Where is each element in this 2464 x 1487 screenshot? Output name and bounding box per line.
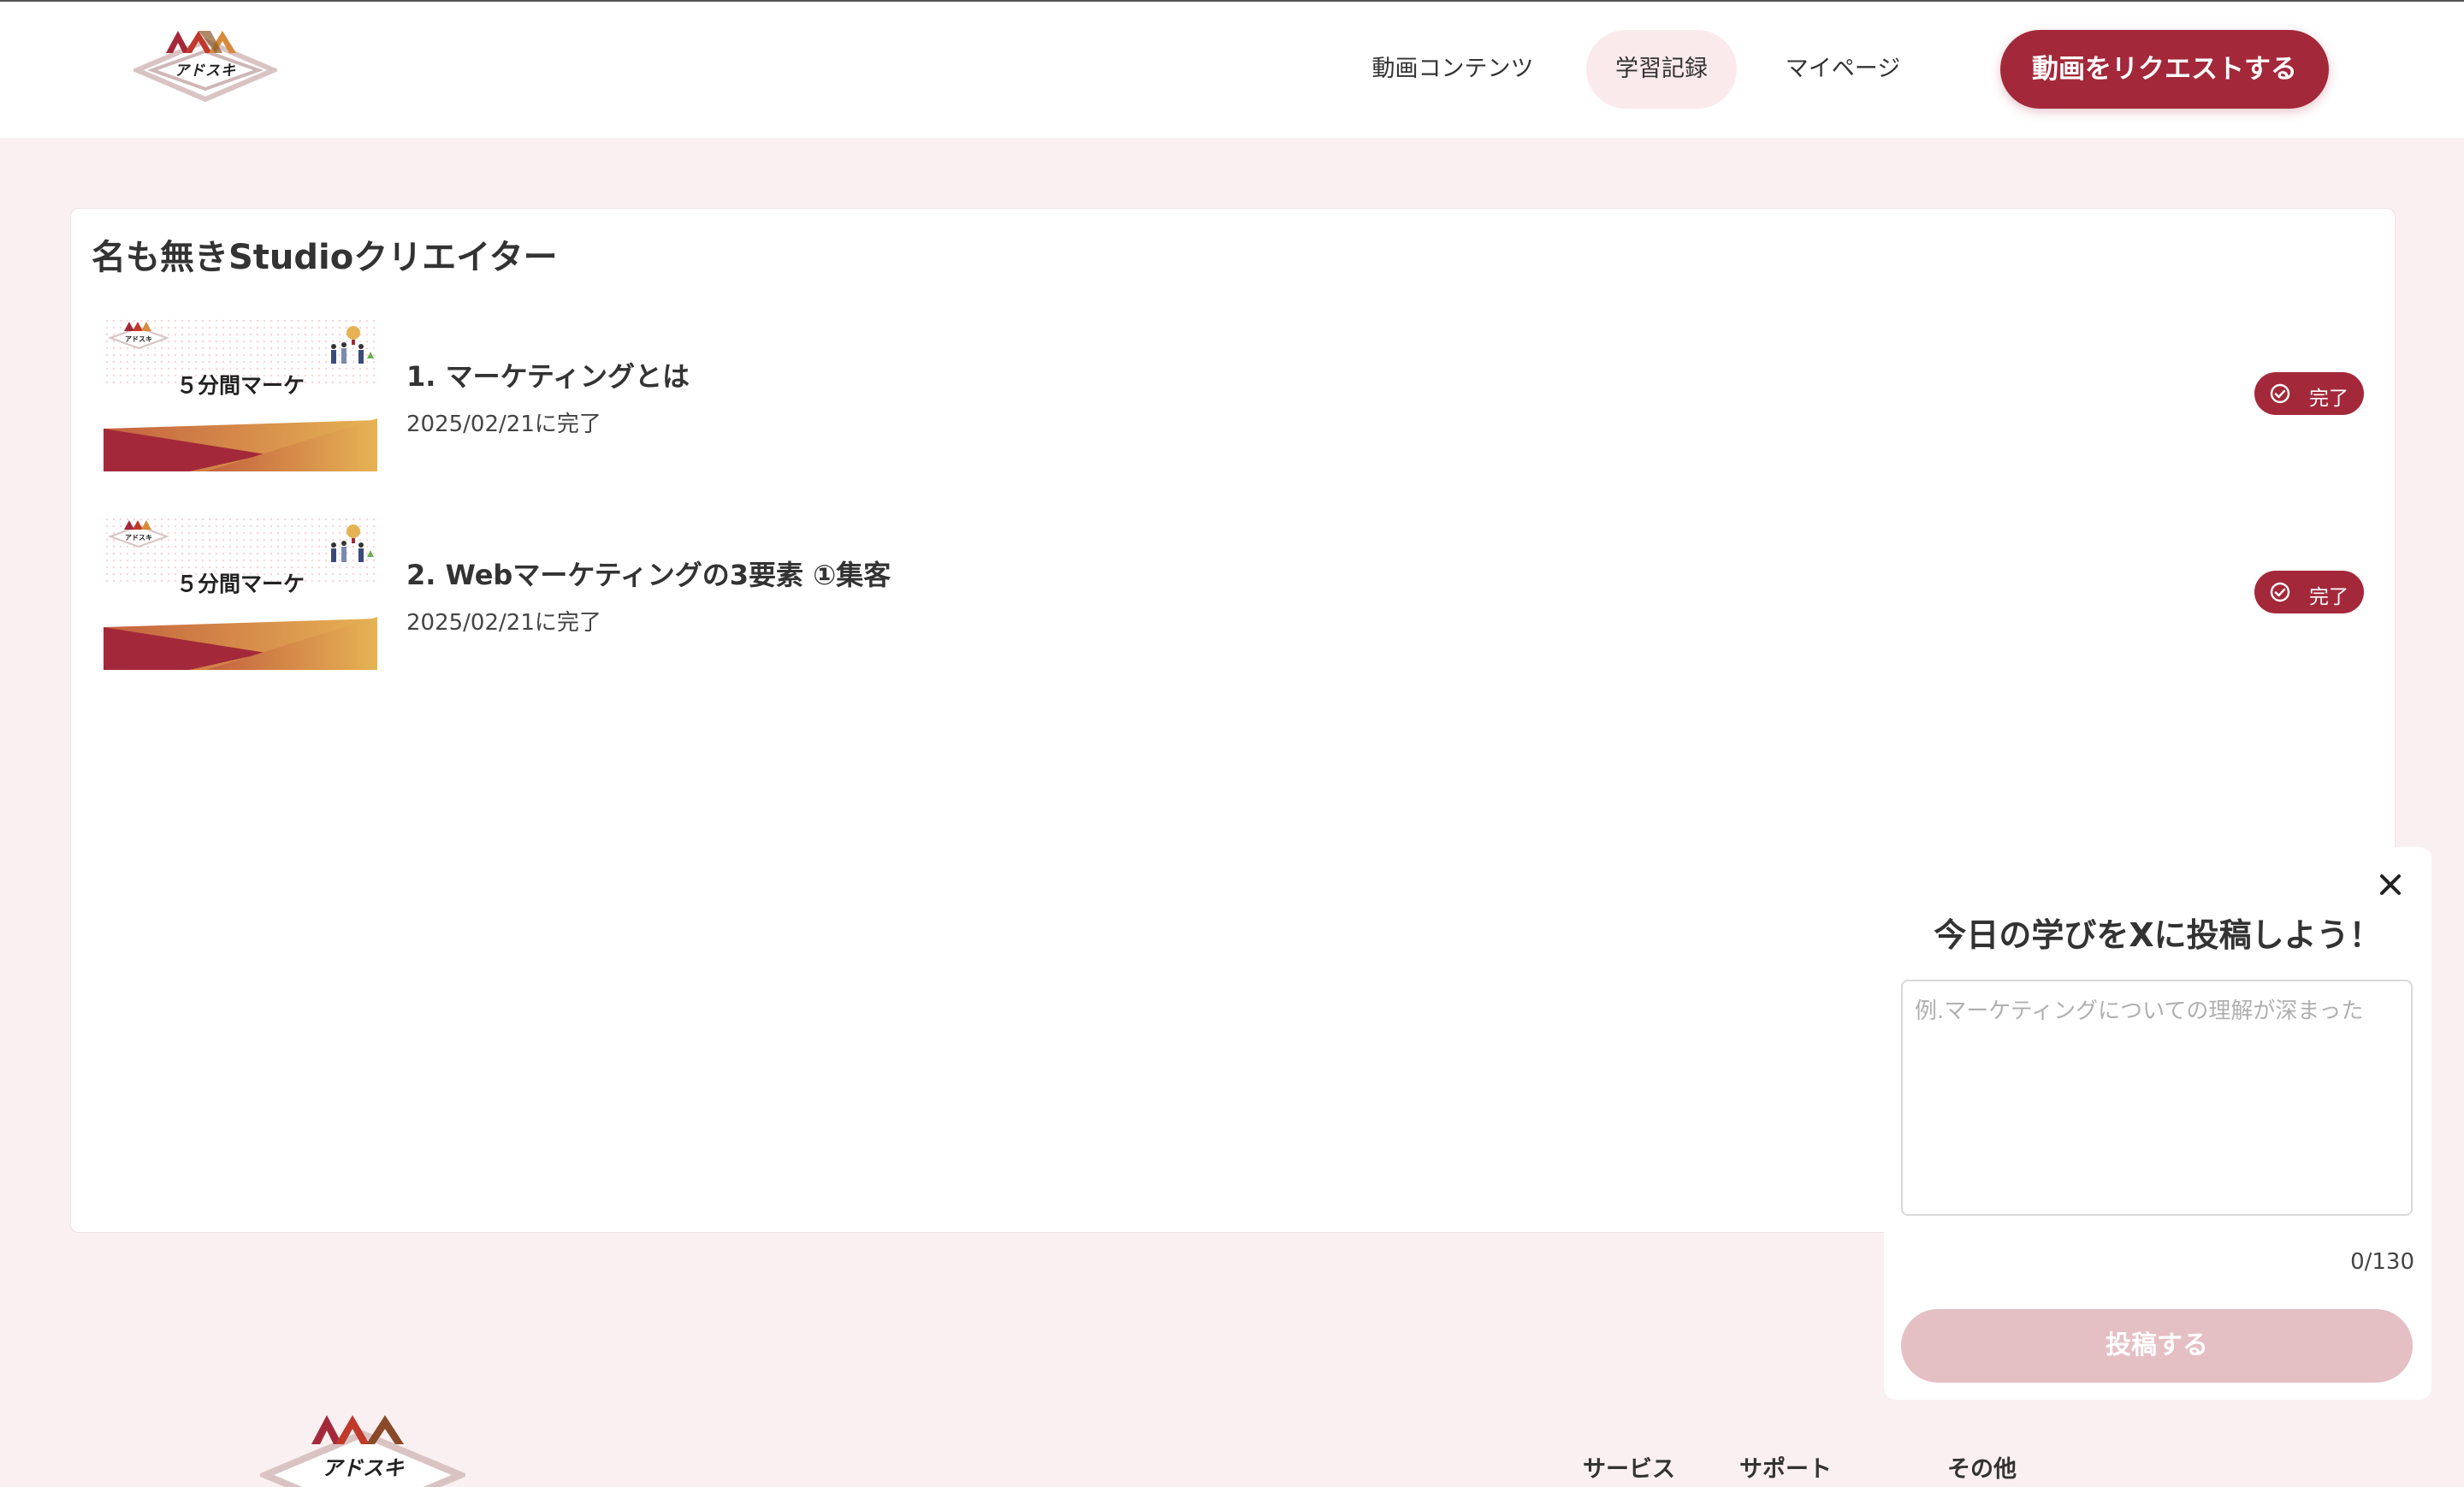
list-item[interactable]: アドスキ ５分間マーケ 2. Webマーケティングの3要素 ①集客 2025/0…: [104, 516, 2364, 670]
completed-date: 2025/02/21に完了: [406, 412, 601, 437]
footer-link-support[interactable]: サポート: [1739, 1450, 1832, 1484]
thumbnail-logo-icon: アドスキ: [108, 520, 169, 548]
logo-text: アドスキ: [175, 62, 236, 80]
check-circle-icon: [2270, 383, 2290, 404]
thumbnail-title: ５分間マーケ: [175, 373, 305, 398]
site-header: アドスキ 動画コンテンツ 学習記録 マイページ 動画をリクエストする: [0, 2, 2464, 138]
site-logo[interactable]: アドスキ: [130, 26, 281, 111]
check-circle-icon: [2270, 582, 2290, 602]
learning-post-input[interactable]: [1901, 980, 2413, 1216]
character-counter: 0/130: [2350, 1249, 2414, 1275]
video-thumbnail[interactable]: アドスキ ５分間マーケ: [104, 317, 377, 471]
badge-label: 完了: [2309, 388, 2348, 410]
footer-logo-text: アドスキ: [322, 1456, 405, 1480]
svg-text:アドスキ: アドスキ: [125, 534, 152, 542]
request-video-button[interactable]: 動画をリクエストする: [2000, 30, 2329, 109]
nav-learning-record[interactable]: 学習記録: [1586, 30, 1737, 109]
popup-title: 今日の学びをXに投稿しよう！: [1934, 916, 2382, 954]
thumbnail-title: ５分間マーケ: [175, 572, 305, 596]
footer-logo[interactable]: アドスキ: [260, 1410, 465, 1487]
completed-date: 2025/02/21に完了: [406, 610, 601, 636]
close-icon[interactable]: [2372, 866, 2409, 903]
completed-badge: 完了: [2254, 372, 2364, 415]
video-title[interactable]: 2. Webマーケティングの3要素 ①集客: [406, 554, 891, 593]
thumbnail-people-illustration-icon: [331, 524, 374, 562]
thumbnail-people-illustration-icon: [331, 326, 374, 364]
video-thumbnail[interactable]: アドスキ ５分間マーケ: [104, 516, 377, 670]
video-title[interactable]: 1. マーケティングとは: [406, 355, 690, 394]
footer-link-other[interactable]: その他: [1947, 1450, 2017, 1484]
thumbnail-logo-icon: アドスキ: [108, 322, 169, 350]
list-item[interactable]: アドスキ ５分間マーケ 1. マーケティングとは 2025/02/21に完了 完…: [104, 317, 2364, 471]
footer-link-service[interactable]: サービス: [1583, 1450, 1675, 1484]
page-title: 名も無きStudioクリエイター: [92, 238, 558, 277]
nav-video-contents[interactable]: 動画コンテンツ: [1350, 30, 1555, 109]
share-to-x-popup: 今日の学びをXに投稿しよう！ 0/130 投稿する: [1884, 847, 2431, 1400]
badge-label: 完了: [2309, 586, 2348, 608]
nav-my-page[interactable]: マイページ: [1766, 30, 1920, 109]
footer-logo-mark-icon: アドスキ: [260, 1415, 465, 1487]
post-submit-button[interactable]: 投稿する: [1901, 1309, 2413, 1383]
svg-text:アドスキ: アドスキ: [125, 335, 152, 343]
completed-badge: 完了: [2254, 571, 2364, 613]
